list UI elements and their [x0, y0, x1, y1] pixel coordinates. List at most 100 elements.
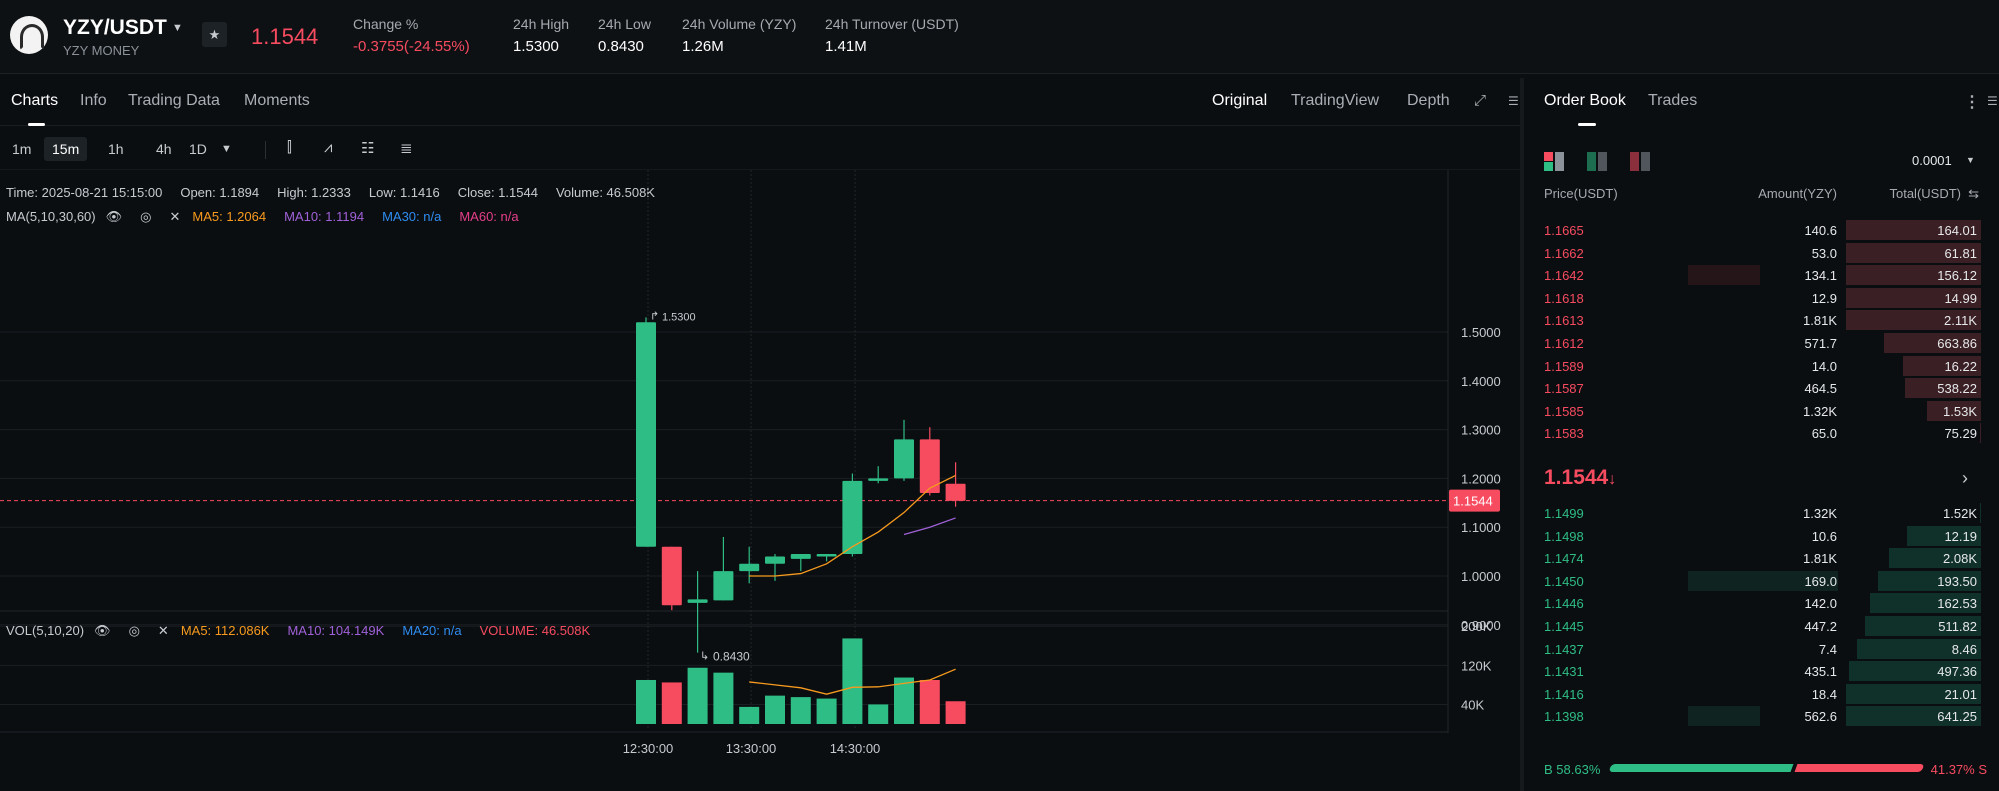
bid-row[interactable]: 1.1446 142.0 162.53	[1524, 592, 1999, 614]
timeframe-1h[interactable]: 1h	[100, 137, 132, 161]
bid-row[interactable]: 1.1398 562.6 641.25	[1524, 705, 1999, 727]
timeframe-1m[interactable]: 1m	[4, 137, 39, 161]
settings-sliders-icon[interactable]: ☷	[361, 139, 374, 157]
ask-row[interactable]: 1.1662 53.0 61.81	[1524, 242, 1999, 264]
timeframe-15m[interactable]: 15m	[44, 137, 88, 161]
ask-amount: 53.0	[1811, 245, 1837, 261]
volume-bar	[765, 695, 785, 724]
ma5-value: MA5: 1.2064	[192, 209, 267, 224]
chevron-right-icon[interactable]: ›	[1962, 468, 1968, 489]
timeframe-1d[interactable]: 1D	[181, 137, 215, 161]
bid-total: 21.01	[1944, 686, 1977, 702]
candlestick-type-icon[interactable]: ⫿	[287, 139, 292, 156]
bid-total: 1.52K	[1943, 506, 1977, 521]
bid-amount: 18.4	[1811, 686, 1837, 702]
panel-menu-icon[interactable]: ☰	[1508, 94, 1519, 108]
pair-name[interactable]: YZY/USDT	[63, 16, 167, 40]
high-marker-label: 1.5300	[662, 311, 696, 323]
favorite-star-icon[interactable]: ★	[202, 22, 227, 47]
bid-row[interactable]: 1.1437 7.4 8.46	[1524, 638, 1999, 660]
ask-row[interactable]: 1.1587 464.5 538.22	[1524, 377, 1999, 399]
volume-label: 24h Volume (YZY)	[682, 16, 797, 32]
fullscreen-icon[interactable]: ⤢	[1474, 92, 1486, 109]
high-marker-icon: ↱	[650, 310, 659, 322]
tab-info[interactable]: Info	[80, 92, 107, 110]
vol-eye-icon[interactable]: 👁	[94, 623, 111, 638]
volume-bar	[919, 679, 940, 724]
ma10-value: MA10: 1.1194	[284, 209, 365, 224]
mid-price[interactable]: 1.1544↓	[1544, 466, 1616, 490]
view-depth[interactable]: Depth	[1407, 92, 1450, 110]
tab-moments[interactable]: Moments	[244, 92, 310, 110]
bid-price: 1.1499	[1544, 506, 1584, 521]
amount-highlight-bar	[1688, 265, 1760, 286]
pair-dropdown-icon[interactable]: ▼	[172, 22, 183, 34]
ask-total: 61.81	[1944, 245, 1977, 261]
book-layout-toggle[interactable]	[1544, 150, 1654, 172]
tick-size-dropdown-icon[interactable]: ▼	[1966, 155, 1975, 165]
ask-amount: 65.0	[1811, 426, 1837, 442]
book-menu-icon[interactable]: ☰	[1987, 94, 1998, 108]
bid-row[interactable]: 1.1499 1.32K 1.52K	[1524, 502, 1999, 524]
layout-asks-icon	[1630, 152, 1639, 171]
swap-columns-icon[interactable]: ⇆	[1968, 186, 1979, 202]
drawing-tools-icon[interactable]: ≣	[400, 139, 413, 157]
col-total[interactable]: Total(USDT)	[1889, 186, 1961, 201]
bid-row[interactable]: 1.1416 18.4 21.01	[1524, 683, 1999, 705]
bid-amount: 435.1	[1804, 664, 1837, 680]
bid-total: 162.53	[1937, 596, 1977, 612]
price-tick-label: 1.4000	[1461, 374, 1501, 389]
ask-total: 1.53K	[1943, 403, 1977, 419]
candle-body	[636, 322, 656, 547]
tab-charts[interactable]: Charts	[11, 92, 58, 110]
layout-bids-icon	[1587, 152, 1596, 171]
sell-ratio: 41.37% S	[1930, 762, 1987, 777]
vol-settings-icon[interactable]: ◎	[129, 623, 140, 638]
ask-amount: 464.5	[1804, 381, 1837, 397]
ask-amount: 134.1	[1804, 268, 1837, 284]
ask-total: 164.01	[1937, 223, 1977, 238]
volume-bar	[816, 698, 837, 724]
ask-row[interactable]: 1.1665 140.6 164.01	[1524, 219, 1999, 241]
last-price: 1.1544	[251, 24, 319, 49]
ask-row[interactable]: 1.1642 134.1 156.12	[1524, 264, 1999, 286]
bid-total: 8.46	[1951, 641, 1977, 657]
ask-row[interactable]: 1.1618 12.9 14.99	[1524, 287, 1999, 309]
vol-close-icon[interactable]: ✕	[158, 623, 169, 638]
bid-total: 641.25	[1937, 709, 1977, 725]
bid-amount: 1.81K	[1803, 551, 1837, 567]
ask-price: 1.1585	[1544, 403, 1584, 419]
view-tradingview[interactable]: TradingView	[1291, 92, 1379, 110]
tab-trading-data[interactable]: Trading Data	[128, 92, 220, 110]
settings-icon[interactable]: ◎	[140, 209, 151, 224]
turnover-value: 1.41M	[825, 38, 867, 55]
timeframe-4h[interactable]: 4h	[148, 137, 180, 161]
ask-row[interactable]: 1.1585 1.32K 1.53K	[1524, 400, 1999, 422]
timeframe-dropdown-icon[interactable]: ▼	[221, 143, 232, 155]
bid-row[interactable]: 1.1431 435.1 497.36	[1524, 660, 1999, 682]
tick-size-select[interactable]: 0.0001	[1912, 153, 1952, 168]
bid-row[interactable]: 1.1474 1.81K 2.08K	[1524, 547, 1999, 569]
bid-row[interactable]: 1.1450 169.0 193.50	[1524, 570, 1999, 592]
depth-bar	[1979, 503, 1981, 523]
ask-row[interactable]: 1.1589 14.0 16.22	[1524, 355, 1999, 377]
volume-tick-label: 40K	[1461, 697, 1484, 712]
info-close: Close: 1.1544	[457, 185, 538, 200]
tab-trades[interactable]: Trades	[1648, 92, 1697, 110]
price-tick-label: 1.1000	[1461, 520, 1501, 535]
view-original[interactable]: Original	[1212, 92, 1267, 110]
ask-row[interactable]: 1.1583 65.0 75.29	[1524, 422, 1999, 444]
high-value: 1.5300	[513, 38, 559, 55]
ma5-line	[749, 474, 956, 577]
ask-price: 1.1587	[1544, 381, 1584, 397]
more-options-icon[interactable]: ⋮	[1964, 92, 1980, 112]
ask-total: 538.22	[1937, 381, 1977, 397]
ask-row[interactable]: 1.1613 1.81K 2.11K	[1524, 309, 1999, 331]
tab-order-book[interactable]: Order Book	[1544, 92, 1626, 110]
close-icon[interactable]: ✕	[169, 209, 180, 224]
bid-row[interactable]: 1.1498 10.6 12.19	[1524, 525, 1999, 547]
indicators-icon[interactable]: ⩘	[324, 139, 332, 156]
bid-row[interactable]: 1.1445 447.2 511.82	[1524, 615, 1999, 637]
eye-icon[interactable]: 👁	[106, 209, 123, 224]
ask-row[interactable]: 1.1612 571.7 663.86	[1524, 332, 1999, 354]
